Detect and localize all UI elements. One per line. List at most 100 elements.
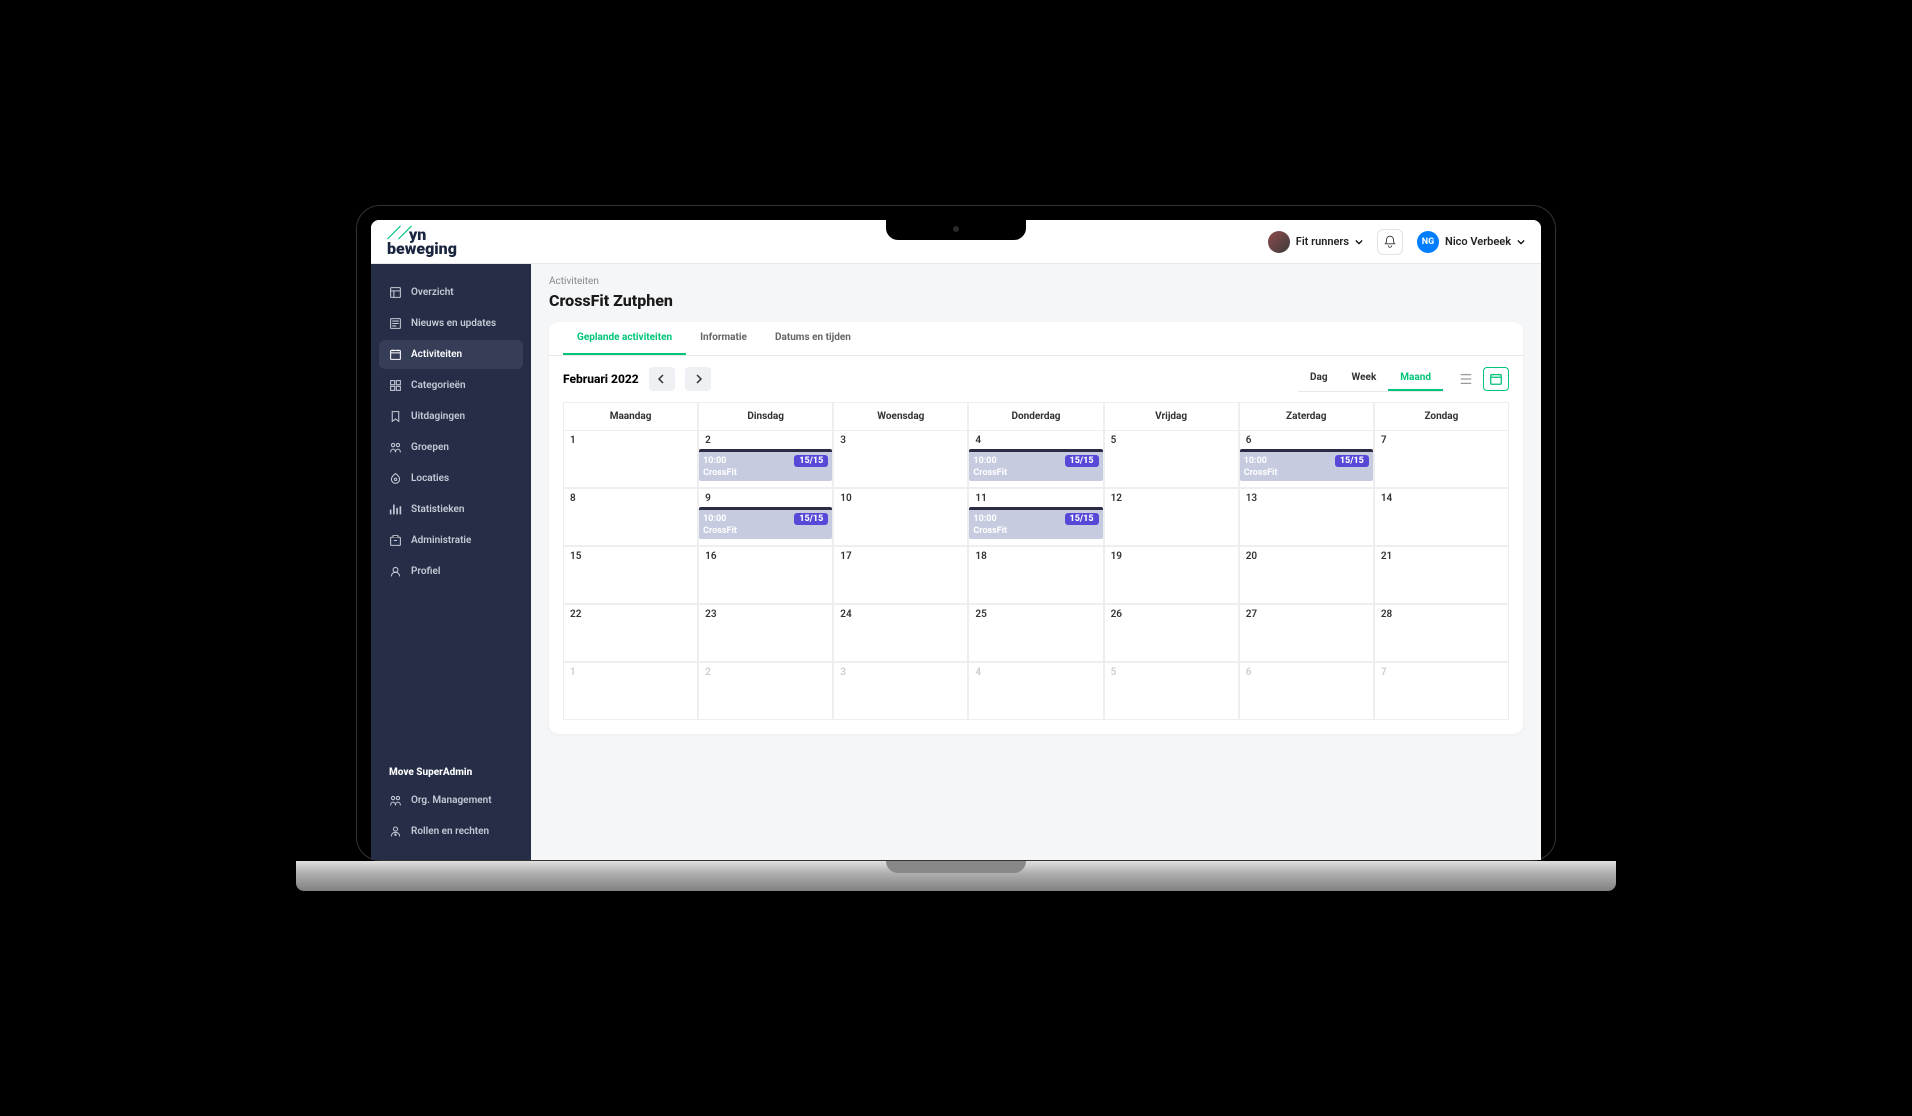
calendar-cell[interactable]: 5 bbox=[1104, 430, 1239, 488]
calendar-cell[interactable]: 2 10:0015/15CrossFit bbox=[698, 430, 833, 488]
sidebar-item-administratie[interactable]: Administratie bbox=[379, 526, 523, 555]
calendar-event[interactable]: 10:0015/15CrossFit bbox=[969, 449, 1102, 481]
calendar-cell[interactable]: 13 bbox=[1239, 488, 1374, 546]
sidebar-admin-item-org-management[interactable]: Org. Management bbox=[379, 786, 523, 815]
calendar-cell[interactable]: 12 bbox=[1104, 488, 1239, 546]
calendar-cell[interactable]: 19 bbox=[1104, 546, 1239, 604]
calendar-cell[interactable]: 410:0015/15CrossFit bbox=[968, 430, 1103, 488]
calendar-cell[interactable]: 2 bbox=[698, 662, 833, 720]
calendar-cell[interactable]: 28 bbox=[1374, 604, 1509, 662]
next-month-button[interactable] bbox=[685, 367, 711, 391]
nav-icon bbox=[389, 441, 402, 454]
calendar-cell[interactable]: 6 bbox=[1239, 662, 1374, 720]
calendar-event[interactable]: 10:0015/15CrossFit bbox=[699, 449, 832, 481]
month-label: Februari 2022 bbox=[563, 372, 639, 386]
calendar-cell[interactable]: 5 bbox=[1104, 662, 1239, 720]
calendar-day-number: 2 bbox=[705, 435, 826, 446]
calendar-day-number: 1 bbox=[570, 667, 691, 678]
calendar-cell[interactable]: 3 bbox=[833, 662, 968, 720]
calendar-cell[interactable]: 14 bbox=[1374, 488, 1509, 546]
calendar-event[interactable]: 10:0015/15CrossFit bbox=[1240, 449, 1373, 481]
calendar-cell[interactable]: 17 bbox=[833, 546, 968, 604]
sidebar-item-locaties[interactable]: Locaties bbox=[379, 464, 523, 493]
calendar-cell[interactable]: 7 bbox=[1374, 662, 1509, 720]
sidebar-item-groepen[interactable]: Groepen bbox=[379, 433, 523, 462]
nav-label: Categorieën bbox=[411, 380, 466, 391]
calendar-day-number: 18 bbox=[975, 551, 1096, 562]
calendar-cell[interactable]: 4 bbox=[968, 662, 1103, 720]
org-avatar bbox=[1268, 231, 1290, 253]
chevron-down-icon bbox=[1517, 238, 1525, 246]
tab-geplande-activiteiten[interactable]: Geplande activiteiten bbox=[563, 322, 686, 355]
org-picker[interactable]: Fit runners bbox=[1268, 231, 1363, 253]
calendar-day-number: 20 bbox=[1246, 551, 1367, 562]
calendar-cell[interactable]: 20 bbox=[1239, 546, 1374, 604]
view-tab-week[interactable]: Week bbox=[1340, 366, 1389, 391]
calendar-cell[interactable]: 22 bbox=[563, 604, 698, 662]
calendar-toolbar: Februari 2022 DagWeekMaand bbox=[549, 356, 1523, 402]
event-time: 10:00 bbox=[703, 514, 726, 524]
calendar-day-number: 24 bbox=[840, 609, 961, 620]
sidebar-item-uitdagingen[interactable]: Uitdagingen bbox=[379, 402, 523, 431]
calendar-cell[interactable]: 10 bbox=[833, 488, 968, 546]
sidebar-item-activiteiten[interactable]: Activiteiten bbox=[379, 340, 523, 369]
view-tab-dag[interactable]: Dag bbox=[1298, 366, 1340, 391]
calendar-cell[interactable]: 910:0015/15CrossFit bbox=[698, 488, 833, 546]
event-badge: 15/15 bbox=[1065, 455, 1099, 467]
calendar-cell[interactable]: 21 bbox=[1374, 546, 1509, 604]
tab-informatie[interactable]: Informatie bbox=[686, 322, 761, 355]
calendar-day-header: Donderdag bbox=[968, 402, 1103, 430]
notifications-button[interactable] bbox=[1377, 229, 1403, 255]
calendar-cell[interactable]: 24 bbox=[833, 604, 968, 662]
sidebar-item-overzicht[interactable]: Overzicht bbox=[379, 278, 523, 307]
nav-label: Nieuws en updates bbox=[411, 318, 496, 329]
activity-card: Geplande activiteitenInformatieDatums en… bbox=[549, 322, 1523, 734]
calendar-cell[interactable]: 1 bbox=[563, 662, 698, 720]
tab-datums-en-tijden[interactable]: Datums en tijden bbox=[761, 322, 865, 355]
nav-label: Org. Management bbox=[411, 795, 492, 806]
calendar-day-number: 13 bbox=[1246, 493, 1367, 504]
calendar-day-number: 2 bbox=[705, 667, 826, 678]
sidebar-item-categorieën[interactable]: Categorieën bbox=[379, 371, 523, 400]
calendar-cell[interactable]: 23 bbox=[698, 604, 833, 662]
calendar-day-number: 11 bbox=[975, 493, 1096, 504]
nav-icon bbox=[389, 534, 402, 547]
calendar-cell[interactable]: 1 bbox=[563, 430, 698, 488]
calendar-cell[interactable]: 15 bbox=[563, 546, 698, 604]
prev-month-button[interactable] bbox=[649, 367, 675, 391]
calendar-day-number: 5 bbox=[1111, 667, 1232, 678]
calendar-cell[interactable]: 26 bbox=[1104, 604, 1239, 662]
main-content: Activiteiten CrossFit Zutphen Geplande a… bbox=[531, 264, 1541, 860]
chevron-down-icon bbox=[1355, 238, 1363, 246]
calendar-day-number: 15 bbox=[570, 551, 691, 562]
nav-label: Statistieken bbox=[411, 504, 464, 515]
logo[interactable]: ／／ynbeweging bbox=[387, 228, 457, 255]
sidebar-item-statistieken[interactable]: Statistieken bbox=[379, 495, 523, 524]
calendar-cell[interactable]: 11 10:0015/15CrossFit bbox=[968, 488, 1103, 546]
calendar-cell[interactable]: 7 bbox=[1374, 430, 1509, 488]
event-title: CrossFit bbox=[703, 526, 828, 536]
calendar-day-number: 4 bbox=[975, 667, 1096, 678]
calendar-event[interactable]: 10:0015/15CrossFit bbox=[699, 507, 832, 539]
calendar-cell[interactable]: 16 bbox=[698, 546, 833, 604]
breadcrumb[interactable]: Activiteiten bbox=[549, 276, 1523, 287]
list-icon bbox=[1459, 372, 1473, 386]
calendar-event[interactable]: 10:0015/15CrossFit bbox=[969, 507, 1102, 539]
calendar-cell[interactable]: 8 bbox=[563, 488, 698, 546]
sidebar-admin-item-rollen-en-rechten[interactable]: Rollen en rechten bbox=[379, 817, 523, 846]
calendar-cell[interactable]: 3 bbox=[833, 430, 968, 488]
view-tab-maand[interactable]: Maand bbox=[1388, 366, 1443, 391]
list-view-toggle[interactable] bbox=[1453, 367, 1479, 391]
calendar-cell[interactable]: 25 bbox=[968, 604, 1103, 662]
nav-label: Locaties bbox=[411, 473, 449, 484]
calendar-view-toggle[interactable] bbox=[1483, 367, 1509, 391]
calendar-cell[interactable]: 27 bbox=[1239, 604, 1374, 662]
sidebar-item-profiel[interactable]: Profiel bbox=[379, 557, 523, 586]
user-picker[interactable]: NG Nico Verbeek bbox=[1417, 231, 1525, 253]
nav-icon bbox=[389, 565, 402, 578]
sidebar-item-nieuws-en-updates[interactable]: Nieuws en updates bbox=[379, 309, 523, 338]
calendar-cell[interactable]: 610:0015/15CrossFit bbox=[1239, 430, 1374, 488]
event-badge: 15/15 bbox=[794, 455, 828, 467]
calendar-day-number: 27 bbox=[1246, 609, 1367, 620]
calendar-cell[interactable]: 18 bbox=[968, 546, 1103, 604]
